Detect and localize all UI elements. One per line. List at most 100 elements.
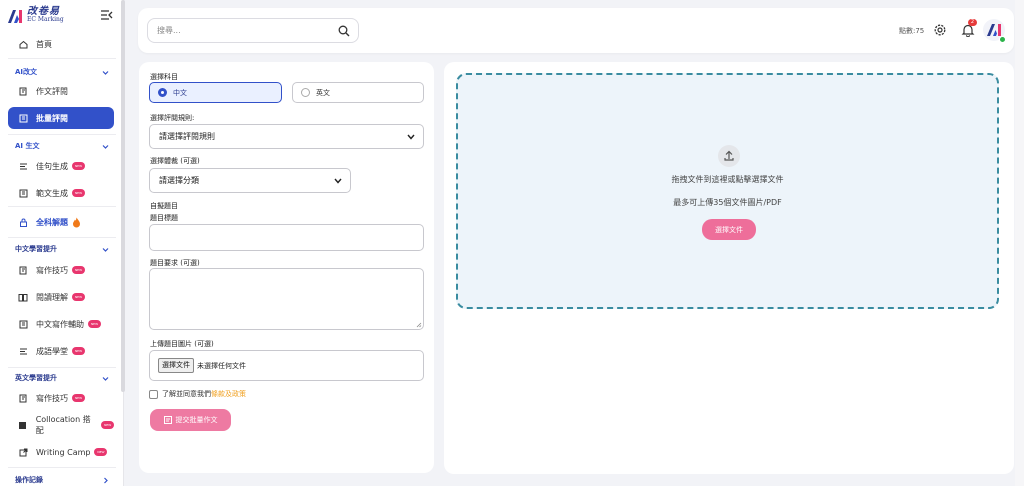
chevron-down-icon [102, 70, 109, 75]
new-badge: NEW [101, 421, 114, 429]
submit-label: 提交批量作文 [175, 416, 218, 424]
gear-icon[interactable] [933, 23, 947, 37]
choose-files-button[interactable]: 選擇文件 [702, 219, 756, 240]
sidebar-item-all-subjects[interactable]: 全科解題 [8, 211, 114, 233]
sidebar-item-sentence-gen[interactable]: 佳句生成 NEW [8, 155, 114, 177]
select-value: 請選擇分類 [159, 176, 199, 185]
rule-select[interactable]: 請選擇評閱規則 [149, 124, 424, 149]
sidebar-item-label: 成語學堂 [36, 346, 68, 356]
select-value: 請選擇評閱規則 [159, 132, 215, 141]
upload-image-label: 上傳題目圖片 (可選) [150, 340, 214, 348]
new-badge: NEW [88, 320, 101, 328]
document-icon [16, 319, 30, 329]
radio-unselected-icon [301, 88, 310, 97]
submit-batch-button[interactable]: 提交批量作文 [150, 409, 231, 431]
rule-label: 選擇評閱規則: [150, 114, 195, 122]
new-badge: NEW [72, 266, 85, 274]
new-badge: NEW [72, 293, 85, 301]
square-icon [16, 420, 30, 430]
upload-panel: 拖拽文件到這裡或點擊選擇文件 最多可上傳35個文件圖片/PDF 選擇文件 [444, 62, 1014, 474]
divider [8, 467, 116, 468]
sidebar-item-label: 首頁 [36, 39, 52, 49]
group-label: 中文學習提升 [15, 245, 57, 253]
new-badge: NEW [72, 162, 85, 170]
new-badge: NEW [72, 394, 85, 402]
brand-name-cn: 改卷易 [27, 6, 60, 17]
agree-text: 了解並同意我們 [162, 390, 211, 398]
file-dropzone[interactable]: 拖拽文件到這裡或點擊選擇文件 最多可上傳35個文件圖片/PDF 選擇文件 [456, 73, 999, 309]
sidebar-item-essay-review[interactable]: 作文評閱 [8, 80, 114, 102]
sidebar-item-reading[interactable]: 閱讀理解 NEW [8, 286, 114, 308]
topbar: 點數:75 2 [138, 8, 1014, 53]
chevron-down-icon [102, 376, 109, 381]
terms-link[interactable]: 條款及政策 [211, 389, 246, 399]
book-icon [16, 292, 30, 302]
chevron-down-icon [407, 134, 415, 140]
group-chinese-learning[interactable]: 中文學習提升 [15, 242, 109, 256]
new-badge: NEW [72, 189, 85, 197]
subject-option-chinese[interactable]: 中文 [149, 82, 282, 103]
resize-handle-icon[interactable] [416, 322, 422, 328]
logo-icon [8, 9, 22, 23]
external-link-icon [16, 447, 30, 457]
list-icon [16, 346, 30, 356]
option-label: 中文 [173, 88, 187, 97]
upload-doc-icon [163, 416, 172, 424]
dropzone-limit: 最多可上傳35個文件圖片/PDF [673, 198, 782, 207]
sidebar-item-en-writing-skill[interactable]: 寫作技巧 NEW [8, 387, 114, 409]
document-edit-icon [16, 393, 30, 403]
new-badge: NEW [72, 347, 85, 355]
sidebar-item-cn-writing-aid[interactable]: 中文寫作輔助 NEW [8, 313, 114, 335]
sidebar-item-batch-review[interactable]: 批量評閱 [8, 107, 114, 129]
points-display: 點數:75 [899, 27, 925, 35]
document-edit-icon [16, 265, 30, 275]
sidebar-item-idioms[interactable]: 成語學堂 NEW [8, 340, 114, 362]
notification-badge: 2 [968, 19, 977, 26]
sidebar-item-label: 寫作技巧 [36, 265, 68, 275]
subject-option-english[interactable]: 英文 [292, 82, 424, 103]
sidebar-item-label: Writing Camp [36, 447, 91, 457]
option-label: 英文 [316, 88, 330, 97]
group-ai-generate[interactable]: AI 生文 [15, 139, 109, 153]
sidebar-item-cn-writing-skill[interactable]: 寫作技巧 NEW [8, 259, 114, 281]
chevron-down-icon [102, 247, 109, 252]
document-edit-icon [16, 86, 30, 96]
sidebar-item-label: 中文寫作輔助 [36, 319, 84, 329]
file-status: 未選擇任何文件 [197, 361, 246, 370]
sidebar-item-label: 佳句生成 [36, 161, 68, 171]
sidebar-item-home[interactable]: 首頁 [8, 33, 114, 55]
group-label: 操作記錄 [15, 476, 43, 484]
document-icon [16, 188, 30, 198]
batch-form-panel: 選擇科目 中文 英文 選擇評閱規則: 請選擇評閱規則 選擇體裁 (可選) 請選擇… [139, 62, 434, 473]
sidebar-collapse-icon[interactable] [101, 10, 113, 20]
topic-image-file-input: 選擇文件 未選擇任何文件 [149, 350, 424, 381]
sidebar-item-label: 作文評閱 [36, 86, 68, 96]
dropzone-instruction: 拖拽文件到這裡或點擊選擇文件 [671, 175, 784, 184]
sidebar-item-collocation[interactable]: Collocation 搭配 NEW [8, 414, 114, 436]
genre-select[interactable]: 請選擇分類 [149, 168, 351, 193]
list-icon [16, 161, 30, 171]
search-input[interactable] [157, 26, 327, 35]
fire-icon [73, 217, 80, 227]
divider [8, 134, 116, 135]
agree-checkbox[interactable] [149, 389, 158, 399]
sidebar-scrollbar[interactable] [121, 0, 125, 392]
group-label: AI 生文 [15, 142, 40, 150]
group-english-learning[interactable]: 英文學習提升 [15, 371, 109, 385]
brand-logo[interactable]: 改卷易 EC Marking [7, 7, 64, 25]
sidebar-item-label: Collocation 搭配 [35, 415, 91, 435]
group-history[interactable]: 操作記錄 [15, 473, 109, 486]
search-box [147, 18, 359, 43]
topic-title-input[interactable] [149, 224, 424, 251]
new-badge: NEW [94, 448, 108, 456]
group-ai-essay[interactable]: AI改文 [15, 65, 109, 79]
sidebar-item-writing-camp[interactable]: Writing Camp NEW [8, 441, 114, 463]
topic-requirement-textarea[interactable] [149, 268, 424, 330]
search-icon[interactable] [338, 25, 350, 37]
sidebar-item-sample-gen[interactable]: 範文生成 NEW [8, 182, 114, 204]
online-status-dot [999, 36, 1006, 43]
page-scrollbar[interactable] [1015, 0, 1024, 486]
choose-file-button[interactable]: 選擇文件 [158, 358, 194, 373]
topic-title-label: 題目標題 [150, 214, 178, 222]
brand-name-en: EC Marking [27, 16, 64, 23]
